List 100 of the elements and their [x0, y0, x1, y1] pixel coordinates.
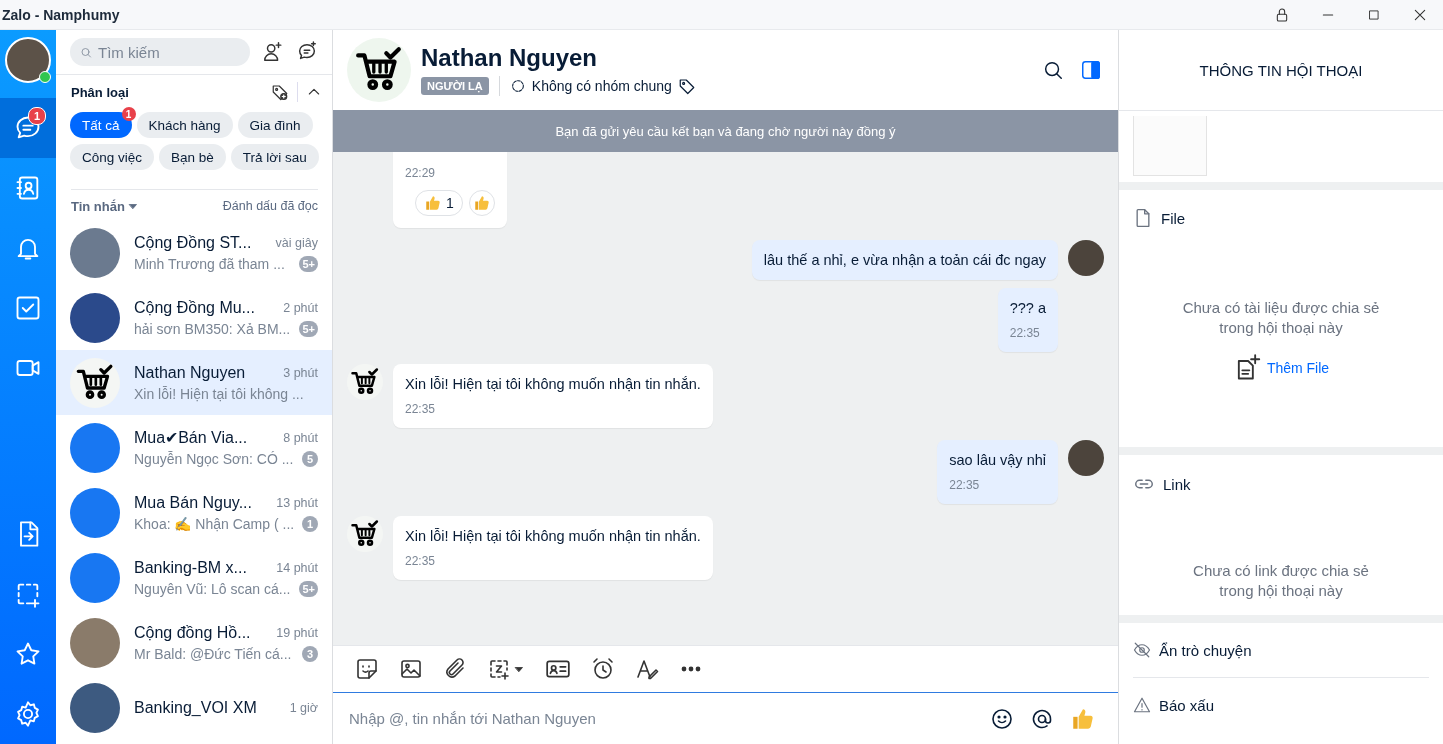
maximize-icon[interactable] [1367, 7, 1381, 22]
screenshot-icon[interactable] [487, 657, 511, 681]
message-time: 2 phút [283, 300, 318, 315]
panel-toggle-icon[interactable] [1080, 59, 1102, 81]
panel-title: THÔNG TIN HỘI THOẠI [1119, 30, 1443, 111]
alarm-clock-icon[interactable] [591, 657, 615, 681]
avatar-photo [70, 682, 120, 733]
message-time: 19 phút [276, 625, 318, 640]
sticker-icon[interactable] [355, 657, 379, 681]
message-text: sao lâu vậy nhỉ [949, 452, 1046, 468]
unread-count: 5 [302, 451, 318, 467]
unread-badge: 1 [121, 107, 136, 121]
message-time: 22:35 [405, 554, 437, 568]
message-text: ??? a [1009, 300, 1046, 316]
search-icon[interactable] [1042, 59, 1064, 81]
emoji-icon[interactable] [990, 706, 1014, 731]
stranger-tag: NGƯỜI LẠ [421, 77, 489, 95]
lock-icon[interactable] [1274, 6, 1290, 23]
contact-name: Cộng Đồng Mu... [134, 298, 255, 317]
message-preview: Minh Trương đã tham ... [134, 255, 285, 272]
document-thumbnail[interactable] [1133, 116, 1207, 176]
conversation-item[interactable]: Cộng Đồng ST... vài giây Minh Trương đã tham ... 5+ [56, 220, 332, 285]
contact-name: Cộng đồng Hồ... [134, 623, 251, 642]
message-composer[interactable]: Nhập @, tin nhắn tới Nathan Nguyen [333, 693, 1118, 744]
logo-avatar [70, 487, 120, 538]
message-time: 3 phút [283, 365, 318, 380]
filter-chip[interactable]: Công việc [70, 144, 155, 170]
contact-name: Banking_VOI XM [134, 698, 257, 717]
unread-count: 3 [302, 645, 318, 662]
message-text: lâu thế a nhỉ, e vừa nhận a toản cái đc ngay [763, 252, 1046, 268]
filter-chip[interactable]: Khách hàng [136, 112, 233, 138]
star-icon [14, 640, 42, 668]
conversation-item[interactable]: Cộng Đồng Mu... 2 phút hải sơn BM350: Xả BM... 5+ [56, 285, 332, 350]
unread-count: 1 [302, 515, 318, 532]
conversation-item[interactable]: Nathan Nguyen 3 phút Xin lỗi! Hiện tại tôi không ... [56, 350, 332, 415]
avatar-photo [70, 617, 120, 668]
thumbs-up-icon [424, 194, 442, 212]
message-preview: Mr Bald: @Đức Tiến cá... [134, 645, 292, 662]
message-preview: Khoa: ✍ Nhận Camp ( ... [134, 515, 295, 532]
filter-chip[interactable]: Bạn bè [159, 144, 226, 170]
warning-icon [1133, 696, 1151, 714]
checkbox-icon [14, 294, 42, 322]
profile-avatar[interactable] [5, 37, 51, 83]
message-time: 1 giờ [289, 700, 318, 715]
message-preview: hải sơn BM350: Xả BM... [134, 320, 291, 337]
empty-state-text: Chưa có tài liệu được chia sẻ trong hội thoại này [1181, 298, 1381, 338]
message-text: Xin lỗi! Hiện tại tôi không muốn nhận tin nhắn. [405, 376, 701, 392]
window-title: Zalo - Namphumy [2, 6, 121, 23]
unread-count: 5+ [299, 255, 318, 272]
conversation-item[interactable]: Mua✔Bán Via... 8 phút Nguyễn Ngọc Sơn: CÓ ... 5 [56, 415, 332, 480]
message-preview: Xin lỗi! Hiện tại tôi không ... [134, 385, 304, 402]
message-text: Xin lỗi! Hiện tại tôi không muốn nhận tin nhắn. [405, 528, 701, 544]
tag-icon[interactable] [677, 77, 696, 95]
attachment-icon[interactable] [443, 657, 467, 681]
unread-badge: 1 [28, 107, 46, 125]
message-time: 22:35 [1009, 326, 1041, 340]
message-time: 13 phút [276, 495, 318, 510]
file-icon [1133, 208, 1153, 228]
friend-request-banner: Bạn đã gửi yêu cầu kết bạn và đang chờ người này đồng ý [333, 110, 1118, 152]
message-preview: Nguyên Vũ: Lô scan cá... [134, 580, 291, 597]
message-time: vài giây [275, 235, 318, 250]
text-format-icon[interactable] [635, 657, 659, 681]
contact-name: Mua Bán Nguy... [134, 493, 252, 512]
add-file-link[interactable]: Thêm File [1266, 360, 1330, 376]
contact-name: Cộng Đồng ST... [134, 233, 252, 252]
contact-name: Mua✔Bán Via... [134, 428, 248, 447]
message-time: 8 phút [283, 430, 318, 445]
conversation-item[interactable]: Banking-BM x... 14 phút Nguyên Vũ: Lô scan cá... 5+ [56, 545, 332, 610]
section-title[interactable]: File [1161, 209, 1186, 227]
common-groups-text[interactable]: Không có nhóm chung [531, 78, 672, 94]
mark-read-link[interactable]: Đánh dấu đã đọc [222, 199, 318, 213]
empty-state-text: Chưa có link được chia sẻ trong hội thoại này [1192, 561, 1370, 601]
nav-item[interactable]: 1 [0, 98, 56, 158]
contact-name: Banking-BM x... [134, 558, 247, 577]
list-title[interactable]: Tin nhắn [71, 198, 125, 214]
settings-icon [14, 700, 42, 728]
logo-avatar [70, 552, 120, 603]
section-title[interactable]: Link [1163, 475, 1191, 493]
avatar-photo [70, 422, 120, 473]
reaction-count[interactable]: 1 [415, 190, 463, 216]
filter-chip[interactable]: Gia đình [237, 112, 313, 138]
avatar-photo [70, 292, 120, 343]
group-icon [509, 78, 526, 94]
message-preview: Nguyễn Ngọc Sơn: CÓ ... [134, 451, 294, 467]
filter-chip[interactable]: Trả lời sau [230, 144, 319, 170]
add-friend-icon[interactable] [262, 41, 284, 63]
conversation-item[interactable]: Mua Bán Nguy... 13 phút Khoa: ✍ Nhận Camp ( ... 1 [56, 480, 332, 545]
panel-action[interactable]: Ẩn trò chuyện [1159, 641, 1252, 659]
avatar-photo [70, 227, 120, 278]
search-field[interactable]: Tìm kiếm [70, 38, 250, 66]
tag-add-icon[interactable] [271, 83, 289, 101]
unread-count: 5+ [299, 580, 318, 597]
section-title: Phân loại [71, 84, 130, 100]
panel-action[interactable]: Báo xấu [1159, 696, 1215, 714]
hide-icon [1133, 641, 1151, 659]
image-icon[interactable] [399, 657, 423, 681]
search-input[interactable]: Tìm kiếm [96, 42, 240, 62]
conversation-item[interactable]: Banking_VOI XM 1 giờ [56, 675, 332, 740]
conversation-item[interactable]: Cộng đồng Hồ... 19 phút Mr Bald: @Đức Tiến cá... 3 [56, 610, 332, 675]
unread-count: 5+ [299, 320, 318, 337]
